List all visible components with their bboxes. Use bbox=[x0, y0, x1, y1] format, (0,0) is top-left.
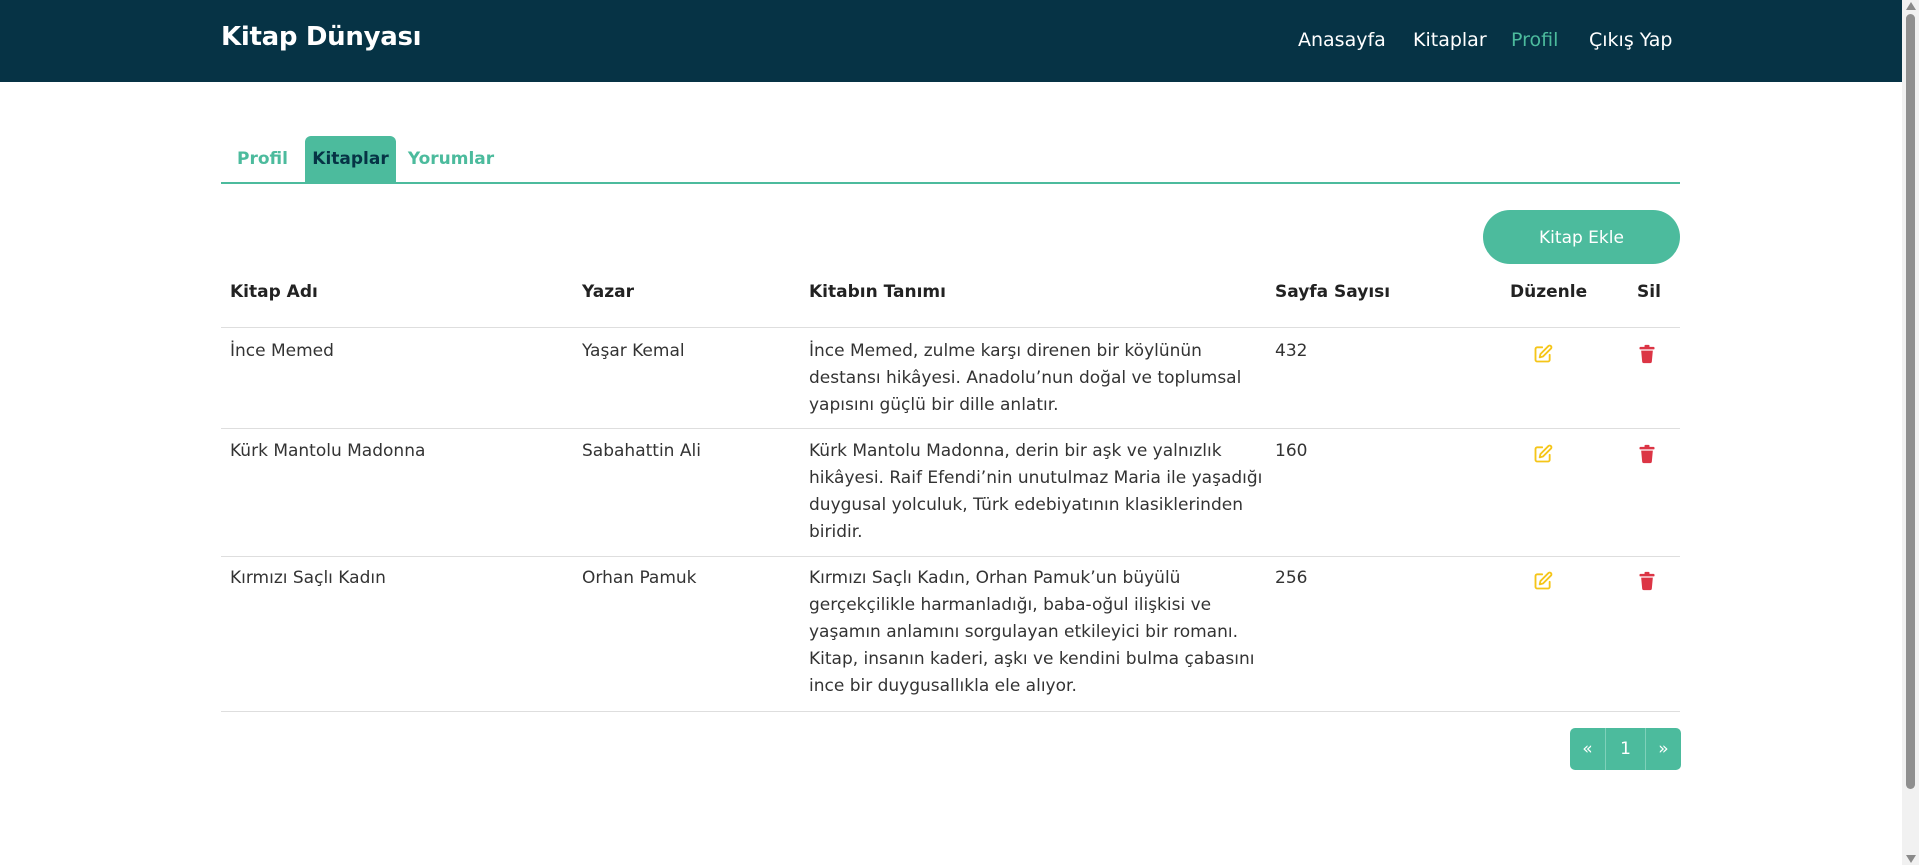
page-scrollbar[interactable] bbox=[1902, 0, 1919, 865]
book-author: Sabahattin Ali bbox=[582, 441, 701, 461]
header-yazar: Yazar bbox=[582, 282, 634, 302]
book-page-count: 256 bbox=[1275, 568, 1308, 588]
tab-kitaplar[interactable]: Kitaplar bbox=[305, 136, 396, 182]
edit-icon[interactable] bbox=[1533, 571, 1553, 591]
tab-profil[interactable]: Profil bbox=[221, 136, 304, 182]
book-page-count: 432 bbox=[1275, 341, 1308, 361]
book-author: Orhan Pamuk bbox=[582, 568, 697, 588]
description-line: Kırmızı Saçlı Kadın, Orhan Pamuk’un büyü… bbox=[809, 568, 1181, 588]
header-kitap-adi: Kitap Adı bbox=[230, 282, 318, 302]
book-description: İnce Memed, zulme karşı direnen bir köyl… bbox=[809, 338, 1241, 419]
book-page-count: 160 bbox=[1275, 441, 1308, 461]
book-description: Kürk Mantolu Madonna, derin bir aşk ve y… bbox=[809, 438, 1262, 546]
nav-link-kitaplar[interactable]: Kitaplar bbox=[1413, 29, 1487, 51]
header-duzenle: Düzenle bbox=[1510, 282, 1588, 302]
pagination-page-1[interactable]: 1 bbox=[1606, 728, 1646, 770]
edit-icon[interactable] bbox=[1533, 344, 1553, 364]
description-line: yapısını güçlü bir dille anlatır. bbox=[809, 395, 1059, 415]
book-title: Kürk Mantolu Madonna bbox=[230, 441, 426, 461]
nav-link-anasayfa[interactable]: Anasayfa bbox=[1298, 29, 1386, 51]
description-line: biridir. bbox=[809, 522, 863, 542]
header-sayfa-sayisi: Sayfa Sayısı bbox=[1275, 282, 1391, 302]
book-author: Yaşar Kemal bbox=[582, 341, 685, 361]
nav-link-cikis-yap[interactable]: Çıkış Yap bbox=[1589, 29, 1672, 51]
scroll-down-arrow-icon[interactable] bbox=[1906, 855, 1916, 863]
edit-icon[interactable] bbox=[1533, 444, 1553, 464]
book-title: Kırmızı Saçlı Kadın bbox=[230, 568, 386, 588]
header-sil: Sil bbox=[1637, 282, 1661, 302]
header-divider bbox=[221, 327, 1680, 328]
description-line: duygusal yolculuk, Türk edebiyatının kla… bbox=[809, 495, 1243, 515]
description-line: ince bir duygusallıkla ele alıyor. bbox=[809, 676, 1077, 696]
description-line: hikâyesi. Raif Efendi’nin unutulmaz Mari… bbox=[809, 468, 1263, 488]
description-line: Kitap, insanın kaderi, aşkı ve kendini b… bbox=[809, 649, 1255, 669]
description-line: yaşamın anlamını sorgulayan etkileyici b… bbox=[809, 622, 1238, 642]
nav-links: Anasayfa Kitaplar Profil Çıkış Yap bbox=[0, 29, 1902, 53]
book-title: İnce Memed bbox=[230, 341, 334, 361]
row-divider bbox=[221, 711, 1680, 712]
top-navbar: Kitap Dünyası Anasayfa Kitaplar Profil Ç… bbox=[0, 0, 1902, 82]
nav-link-profil[interactable]: Profil bbox=[1511, 29, 1558, 51]
add-book-button[interactable]: Kitap Ekle bbox=[1483, 210, 1680, 264]
pagination-next[interactable]: » bbox=[1646, 728, 1681, 770]
trash-icon[interactable] bbox=[1637, 344, 1657, 364]
description-line: Kürk Mantolu Madonna, derin bir aşk ve y… bbox=[809, 441, 1222, 461]
pagination: « 1 » bbox=[1570, 728, 1681, 770]
book-description: Kırmızı Saçlı Kadın, Orhan Pamuk’un büyü… bbox=[809, 565, 1255, 700]
header-kitabin-tanimi: Kitabın Tanımı bbox=[809, 282, 946, 302]
row-divider bbox=[221, 556, 1680, 557]
trash-icon[interactable] bbox=[1637, 571, 1657, 591]
row-divider bbox=[221, 428, 1680, 429]
description-line: destansı hikâyesi. Anadolu’nun doğal ve … bbox=[809, 368, 1242, 388]
description-line: İnce Memed, zulme karşı direnen bir köyl… bbox=[809, 341, 1202, 361]
profile-tabs: Profil Kitaplar Yorumlar bbox=[221, 136, 1680, 184]
tab-yorumlar[interactable]: Yorumlar bbox=[396, 136, 506, 182]
description-line: gerçekçilikle harmanladığı, baba-oğul il… bbox=[809, 595, 1212, 615]
trash-icon[interactable] bbox=[1637, 444, 1657, 464]
scroll-up-arrow-icon[interactable] bbox=[1906, 2, 1916, 10]
scroll-thumb[interactable] bbox=[1906, 14, 1915, 789]
pagination-prev[interactable]: « bbox=[1570, 728, 1606, 770]
